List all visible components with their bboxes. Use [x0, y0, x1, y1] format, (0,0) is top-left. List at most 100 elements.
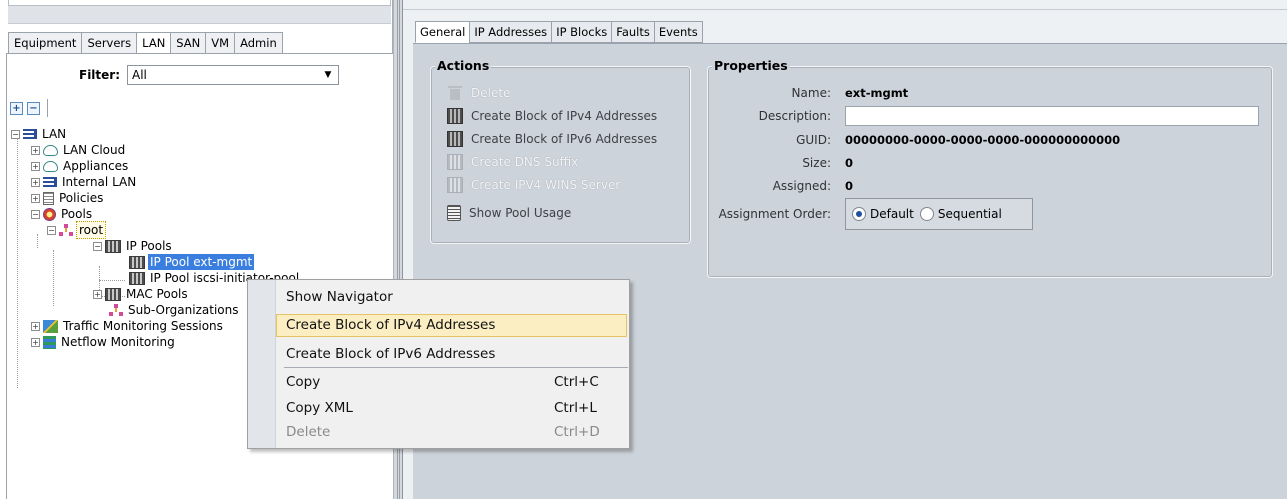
traffic-monitor-icon: [43, 319, 58, 333]
ip-pool-icon: [129, 271, 145, 285]
menu-item-copy-xml[interactable]: Copy XML Ctrl+L: [276, 397, 627, 420]
policy-icon: [43, 191, 54, 205]
expand-icon[interactable]: +: [31, 321, 40, 331]
action-label: Create Block of IPv6 Addresses: [471, 132, 658, 146]
radio-sequential[interactable]: Sequential: [919, 205, 1002, 223]
expand-all-icon[interactable]: +: [10, 101, 23, 115]
tab-equipment[interactable]: Equipment: [8, 32, 82, 54]
tab-san[interactable]: SAN: [170, 32, 206, 54]
expand-icon[interactable]: +: [93, 289, 102, 299]
tree-node-sub-organizations[interactable]: Sub-Organizations: [109, 302, 240, 318]
action-label: Show Pool Usage: [469, 206, 572, 220]
guid-row: GUID: 00000000-0000-0000-0000-0000000000…: [708, 131, 1268, 149]
create-ipv6-block-action[interactable]: Create Block of IPv6 Addresses: [447, 130, 657, 148]
radio-selected-icon[interactable]: [852, 207, 866, 221]
create-dns-suffix-action: Create DNS Suffix: [447, 153, 578, 171]
menu-icon-gutter: [248, 280, 276, 448]
tab-admin[interactable]: Admin: [234, 32, 283, 54]
create-ipv4-block-action[interactable]: Create Block of IPv4 Addresses: [447, 107, 657, 125]
collapse-icon[interactable]: −: [47, 225, 56, 235]
tree-label: root: [76, 221, 107, 239]
description-row: Description:: [708, 106, 1268, 126]
tree-guide-line: [53, 250, 54, 306]
tab-lan[interactable]: LAN: [136, 32, 171, 54]
collapse-icon[interactable]: −: [31, 209, 40, 219]
ip-block-icon: [447, 177, 463, 193]
description-field[interactable]: [845, 106, 1259, 126]
trash-icon: [447, 85, 463, 101]
tree-node-pools[interactable]: − Pools: [31, 206, 94, 222]
description-label: Description:: [758, 109, 831, 123]
tree-node-lan-cloud[interactable]: + LAN Cloud: [31, 142, 127, 158]
menu-item-create-ipv6-block[interactable]: Create Block of IPv6 Addresses: [276, 343, 627, 366]
tree-label: IP Pool ext-mgmt: [148, 254, 255, 270]
tree-node-appliances[interactable]: + Appliances: [31, 158, 130, 174]
tree-label: Netflow Monitoring: [61, 335, 175, 349]
action-label: Create DNS Suffix: [471, 155, 579, 169]
collapse-icon[interactable]: −: [11, 129, 20, 139]
lan-icon: [23, 129, 37, 139]
tree-guide-line: [37, 234, 38, 248]
tab-ip-addresses[interactable]: IP Addresses: [469, 21, 552, 43]
menu-item-shortcut: Ctrl+D: [554, 424, 600, 440]
tree-node-policies[interactable]: + Policies: [31, 190, 105, 206]
delete-action: Delete: [447, 84, 510, 102]
assignment-order-label: Assignment Order:: [718, 207, 831, 221]
filter-select[interactable]: All ▼: [127, 65, 339, 85]
filter-value: All: [132, 68, 147, 82]
tab-general[interactable]: General: [415, 21, 470, 43]
tab-ip-blocks[interactable]: IP Blocks: [551, 21, 612, 43]
radio-label: Sequential: [937, 207, 1002, 221]
pool-usage-icon: [447, 205, 461, 221]
radio-default[interactable]: Default: [852, 205, 914, 223]
assigned-row: Assigned: 0: [708, 177, 1268, 195]
lan-icon: [43, 177, 57, 187]
mac-pool-icon: [105, 287, 121, 301]
tree-node-ip-pools[interactable]: − IP Pools: [93, 238, 174, 254]
ip-block-icon: [447, 131, 463, 147]
tree-label: LAN: [42, 127, 67, 141]
tree-guide-line: [17, 138, 18, 388]
tree-label: LAN Cloud: [63, 143, 126, 157]
tree-label: Policies: [59, 191, 104, 205]
expand-icon[interactable]: +: [31, 145, 40, 155]
actions-group: Actions Delete Create Block of IPv4 Addr…: [430, 58, 691, 244]
actions-title: Actions: [435, 58, 492, 73]
menu-item-delete: Delete Ctrl+D: [276, 421, 627, 444]
tree-node-internal-lan[interactable]: + Internal LAN: [31, 174, 138, 190]
tab-servers[interactable]: Servers: [81, 32, 137, 54]
tree-node-netflow[interactable]: + Netflow Monitoring: [31, 334, 177, 350]
tree-label: IP Pools: [126, 239, 172, 253]
tree-node-root[interactable]: − root: [47, 221, 107, 239]
collapse-all-icon[interactable]: −: [27, 101, 40, 115]
expand-icon[interactable]: +: [31, 161, 40, 171]
tree-label: Pools: [61, 207, 93, 221]
chevron-down-icon[interactable]: ▼: [320, 68, 336, 82]
menu-item-show-navigator[interactable]: Show Navigator: [276, 286, 627, 309]
tree-node-lan[interactable]: − LAN: [11, 126, 68, 142]
menu-item-label: Delete: [286, 424, 331, 440]
expand-icon[interactable]: +: [31, 193, 40, 203]
ip-block-icon: [447, 154, 463, 170]
ip-block-icon: [447, 108, 463, 124]
tab-events[interactable]: Events: [653, 21, 703, 43]
tab-faults[interactable]: Faults: [611, 21, 654, 43]
menu-item-label: Create Block of IPv6 Addresses: [286, 346, 496, 362]
tree-node-ip-pool-ext-mgmt[interactable]: IP Pool ext-mgmt: [129, 254, 255, 270]
expand-icon[interactable]: +: [31, 177, 40, 187]
show-pool-usage-action[interactable]: Show Pool Usage: [447, 204, 571, 222]
radio-unselected-icon[interactable]: [919, 207, 934, 221]
tree-node-mac-pools[interactable]: + MAC Pools: [93, 286, 190, 302]
tree-node-traffic-monitoring[interactable]: + Traffic Monitoring Sessions: [31, 318, 225, 334]
menu-item-copy[interactable]: Copy Ctrl+C: [276, 371, 627, 394]
expand-icon[interactable]: +: [31, 337, 40, 347]
filter-row: Filter: All ▼: [7, 64, 393, 88]
size-row: Size: 0: [708, 154, 1268, 172]
menu-item-create-ipv4-block[interactable]: Create Block of IPv4 Addresses: [276, 314, 627, 337]
cloud-icon: [43, 160, 58, 172]
menu-item-label: Copy: [286, 374, 321, 390]
collapse-icon[interactable]: −: [93, 241, 102, 251]
menu-separator: [284, 367, 628, 368]
tab-vm[interactable]: VM: [205, 32, 235, 54]
menu-item-label: Copy XML: [286, 400, 353, 416]
